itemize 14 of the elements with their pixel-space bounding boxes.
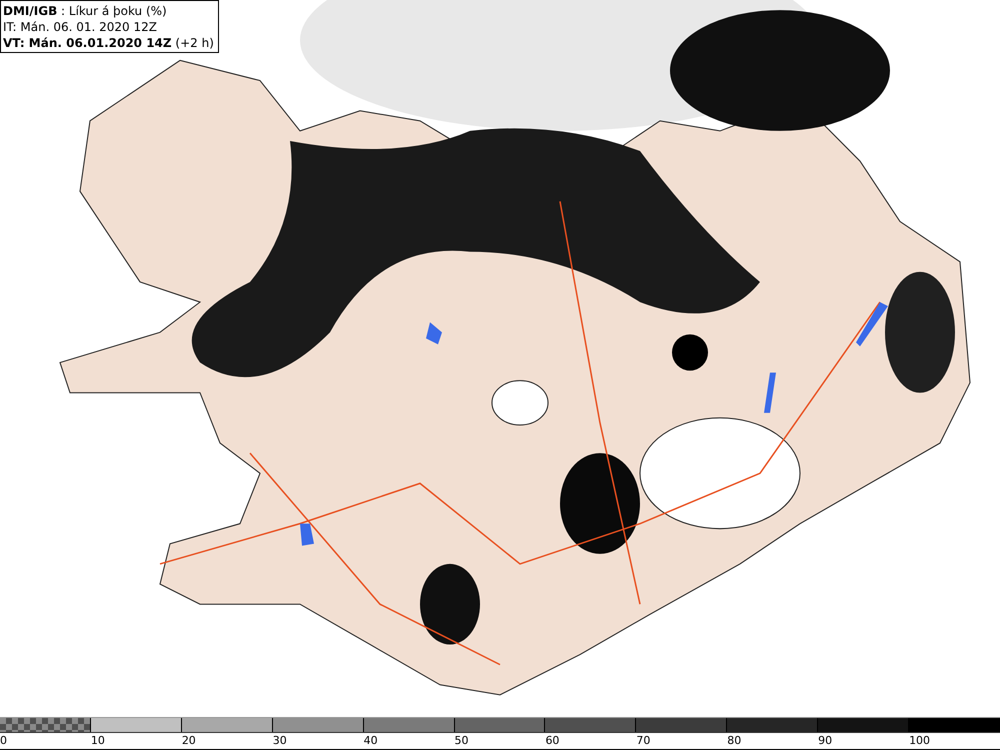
scale-label: 50 <box>454 733 470 749</box>
valid-time: VT: Mán. 06.01.2020 14Z (+2 h) <box>3 35 214 51</box>
scale-label: 100 <box>909 733 932 749</box>
scale-label: 10 <box>90 733 106 749</box>
scale-label: 30 <box>272 733 288 749</box>
scale-label: 90 <box>818 733 834 749</box>
initial-time: IT: Mán. 06. 01. 2020 12Z <box>3 19 158 35</box>
scale-label: 20 <box>182 733 197 749</box>
product-title: DMI/IGB : Líkur á þoku (%) <box>3 3 168 19</box>
scale-label: 40 <box>364 733 379 749</box>
scale-label: 80 <box>727 733 742 749</box>
scale-label: 0 <box>0 733 8 749</box>
scale-label: 60 <box>545 733 560 749</box>
scale-label: 70 <box>636 733 652 749</box>
